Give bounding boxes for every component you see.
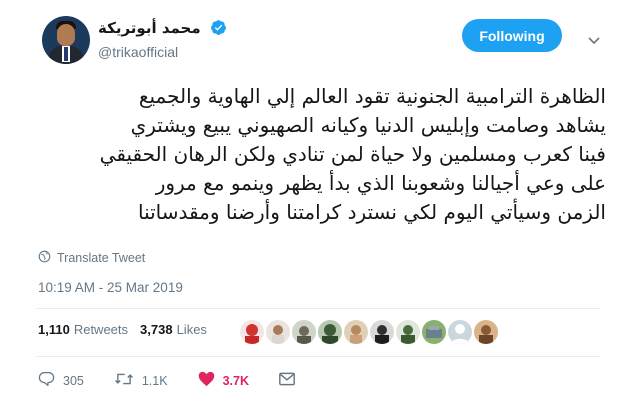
divider (36, 356, 600, 357)
liker-avatar[interactable] (240, 320, 264, 344)
liker-avatar[interactable] (318, 320, 342, 344)
tweet-line: على وعي أجيالنا وشعوبنا الذي بدأ يظهر وي… (155, 171, 606, 195)
tweet-actions: 305 1.1K 3.7K (38, 371, 325, 390)
reply-button[interactable]: 305 (38, 371, 84, 390)
heart-icon (198, 371, 215, 390)
reply-icon (38, 371, 55, 390)
reply-count: 305 (63, 373, 84, 388)
liker-avatar[interactable] (396, 320, 420, 344)
like-button[interactable]: 3.7K (198, 371, 249, 390)
display-name[interactable]: محمد أبوتريكة (98, 19, 201, 37)
retweet-icon (114, 371, 134, 390)
likes-label: Likes (176, 322, 207, 337)
likers-avatars (240, 320, 498, 344)
chevron-down-icon[interactable] (588, 30, 600, 49)
like-count: 3.7K (222, 373, 249, 388)
liker-avatar[interactable] (448, 320, 472, 344)
retweet-count: 1.1K (141, 373, 168, 388)
liker-avatar[interactable] (292, 320, 316, 344)
liker-avatar[interactable] (344, 320, 368, 344)
liker-avatar[interactable] (474, 320, 498, 344)
translate-tweet-link[interactable]: Translate Tweet (38, 250, 145, 266)
user-handle[interactable]: @trikaofficial (98, 44, 227, 60)
translate-label[interactable]: Translate Tweet (57, 251, 145, 265)
tweet-stats: 1,110 Retweets 3,738 Likes (38, 322, 219, 337)
retweets-stat[interactable]: 1,110 Retweets (38, 322, 128, 337)
tweet-line: الظاهرة الترامبية الجنونية تقود العالم إ… (138, 84, 606, 108)
tweet-line: فينا كعرب ومسلمين ولا حياة لمن تنادي ولك… (99, 142, 606, 166)
verified-badge-icon (210, 19, 227, 40)
avatar[interactable] (42, 16, 90, 64)
divider (36, 308, 600, 309)
likes-count: 3,738 (140, 322, 173, 337)
retweets-label: Retweets (73, 322, 129, 337)
direct-message-button[interactable] (279, 372, 295, 389)
globe-icon (38, 250, 51, 266)
author-info[interactable]: محمد أبوتريكة @trikaofficial (98, 18, 227, 60)
tweet-timestamp[interactable]: 10:19 AM - 25 Mar 2019 (38, 280, 183, 295)
liker-avatar[interactable] (370, 320, 394, 344)
liker-avatar[interactable] (266, 320, 290, 344)
tweet-text: الظاهرة الترامبية الجنونية تقود العالم إ… (36, 82, 606, 227)
following-button[interactable]: Following (462, 19, 562, 52)
likes-stat[interactable]: 3,738 Likes (140, 322, 207, 337)
retweet-button[interactable]: 1.1K (114, 371, 168, 390)
tweet-line: يشاهد وصامت وإبليس الدنيا وكيانه الصهيون… (130, 113, 606, 137)
liker-avatar[interactable] (422, 320, 446, 344)
tweet-line: الزمن وسيأتي اليوم لكي نسترد كرامتنا وأر… (137, 200, 606, 224)
retweets-count: 1,110 (38, 322, 70, 337)
envelope-icon (279, 372, 295, 389)
